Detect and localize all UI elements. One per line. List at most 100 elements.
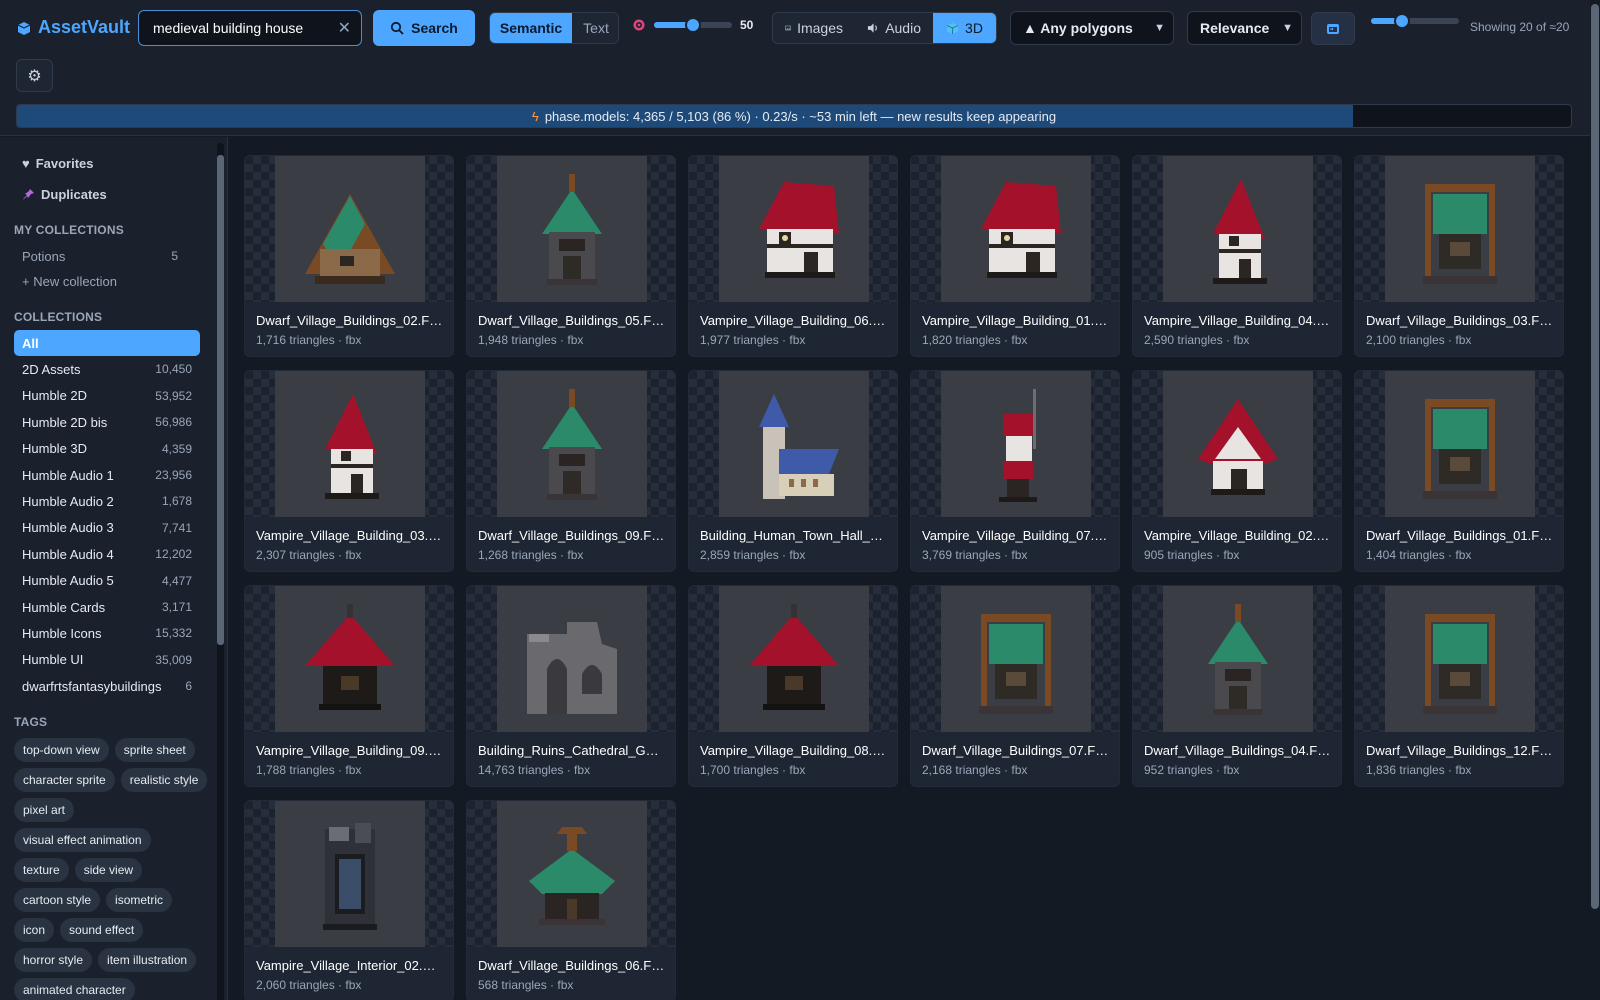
collection-item[interactable]: Humble Icons 15,332 [14, 620, 200, 646]
media-images[interactable]: Images [773, 13, 855, 43]
collection-item[interactable]: All [14, 330, 200, 356]
result-thumbnail[interactable] [1133, 586, 1341, 732]
model-preview [275, 586, 425, 732]
result-card[interactable]: Building_Human_Town_Hall_Blu... 2,859 tri… [688, 370, 898, 572]
mode-text[interactable]: Text [572, 13, 618, 43]
result-card[interactable]: Vampire_Village_Building_01.FBX 1,820 tri… [910, 155, 1120, 357]
collection-item[interactable]: Humble Audio 5 4,477 [14, 568, 200, 594]
result-thumbnail[interactable] [467, 156, 675, 302]
collection-item[interactable]: Humble Audio 3 7,741 [14, 515, 200, 541]
thumbnail-size-handle[interactable] [1393, 13, 1410, 29]
result-thumbnail[interactable] [245, 371, 453, 517]
tag-chip[interactable]: character sprite [14, 768, 115, 792]
app-logo[interactable]: AssetVault [16, 17, 130, 38]
result-thumbnail[interactable] [689, 586, 897, 732]
similarity-slider-handle[interactable] [685, 17, 701, 33]
thumbnail-size-slider[interactable] [1371, 13, 1459, 29]
main-scrollbar[interactable] [1590, 0, 1600, 1000]
media-3d[interactable]: 3D [933, 13, 996, 43]
tag-chip[interactable]: realistic style [120, 768, 208, 792]
result-card[interactable]: Dwarf_Village_Buildings_05.FBX 1,948 tria… [466, 155, 676, 357]
result-card[interactable]: Dwarf_Village_Buildings_04.FBX 952 triang… [1132, 585, 1342, 787]
tag-chip[interactable]: top-down view [14, 738, 109, 762]
result-card[interactable]: Dwarf_Village_Buildings_09.FBX 1,268 tria… [466, 370, 676, 572]
result-card[interactable]: Dwarf_Village_Buildings_02.FBX 1,716 tria… [244, 155, 454, 357]
search-field[interactable]: ✕ [138, 10, 362, 46]
sidebar-duplicates[interactable]: Duplicates [22, 187, 107, 202]
result-card[interactable]: Dwarf_Village_Buildings_07.FBX 2,168 tria… [910, 585, 1120, 787]
collection-item[interactable]: Humble 2D 53,952 [14, 383, 200, 409]
result-caption: Dwarf_Village_Buildings_02.FBX 1,716 tria… [245, 302, 453, 347]
result-card[interactable]: Dwarf_Village_Buildings_01.FBX 1,404 tria… [1354, 370, 1564, 572]
collection-item[interactable]: 2D Assets 10,450 [14, 356, 200, 382]
settings-button[interactable]: ⚙ [16, 59, 53, 92]
collection-item[interactable]: Humble 3D 4,359 [14, 436, 200, 462]
sidebar-scrollbar-thumb[interactable] [217, 155, 224, 645]
collection-item[interactable]: Humble Cards 3,171 [14, 594, 200, 620]
result-card[interactable]: Dwarf_Village_Buildings_06.FBX 568 triang… [466, 800, 676, 1000]
result-thumbnail[interactable] [467, 586, 675, 732]
tag-chip[interactable]: icon [14, 918, 55, 942]
collection-item[interactable]: Humble 2D bis 56,986 [14, 409, 200, 435]
new-collection-button[interactable]: + New collection [22, 274, 117, 289]
tag-chip[interactable]: pixel art [14, 798, 75, 822]
collection-item[interactable]: Humble Audio 2 1,678 [14, 488, 200, 514]
sidebar-scrollbar[interactable] [217, 143, 224, 1000]
result-card[interactable]: Vampire_Village_Building_08.FBX 1,700 tri… [688, 585, 898, 787]
building-model-icon [542, 389, 602, 500]
sidebar-favorites[interactable]: ♥ Favorites [22, 156, 94, 171]
result-card[interactable]: Vampire_Village_Building_04.FBX 2,590 tri… [1132, 155, 1342, 357]
result-card[interactable]: Vampire_Village_Building_02.FBX 905 trian… [1132, 370, 1342, 572]
tag-chip[interactable]: cartoon style [14, 888, 101, 912]
clear-search-icon[interactable]: ✕ [338, 18, 351, 38]
my-collection-item[interactable]: Potions 5 [14, 243, 186, 269]
result-thumbnail[interactable] [911, 156, 1119, 302]
result-card[interactable]: Dwarf_Village_Buildings_03.FBX 2,100 tria… [1354, 155, 1564, 357]
result-thumbnail[interactable] [911, 371, 1119, 517]
result-thumbnail[interactable] [1133, 156, 1341, 302]
result-thumbnail[interactable] [689, 156, 897, 302]
tag-chip[interactable]: animated character [14, 978, 135, 1000]
tag-chip[interactable]: horror style [14, 948, 93, 972]
result-thumbnail[interactable] [245, 801, 453, 947]
mode-semantic[interactable]: Semantic [490, 13, 572, 43]
tag-chip[interactable]: isometric [106, 888, 173, 912]
sort-select[interactable]: Relevance ▼ [1187, 11, 1302, 45]
result-card[interactable]: Vampire_Village_Building_06.FBX 1,977 tri… [688, 155, 898, 357]
result-thumbnail[interactable] [911, 586, 1119, 732]
search-input[interactable] [153, 20, 338, 36]
result-thumbnail[interactable] [467, 371, 675, 517]
result-card[interactable]: Vampire_Village_Building_03.FBX 2,307 tri… [244, 370, 454, 572]
collection-item[interactable]: dwarfrtsfantasybuildings 6 [14, 673, 200, 699]
tag-chip[interactable]: sound effect [60, 918, 144, 942]
result-thumbnail[interactable] [1355, 371, 1563, 517]
result-thumbnail[interactable] [1133, 371, 1341, 517]
result-thumbnail[interactable] [689, 371, 897, 517]
collection-item[interactable]: Humble Audio 4 12,202 [14, 541, 200, 567]
media-audio[interactable]: Audio [855, 13, 933, 43]
result-card[interactable]: Vampire_Village_Interior_02.FBX 2,060 tri… [244, 800, 454, 1000]
tag-chip[interactable]: texture [14, 858, 69, 882]
polygon-filter-select[interactable]: ▲ Any polygons ▼ [1010, 11, 1174, 45]
tag-chip[interactable]: visual effect animation [14, 828, 151, 852]
tag-chip[interactable]: side view [74, 858, 143, 882]
result-card[interactable]: Dwarf_Village_Buildings_12.FBX 1,836 tria… [1354, 585, 1564, 787]
result-card[interactable]: Vampire_Village_Building_07.FBX 3,769 tri… [910, 370, 1120, 572]
collection-item[interactable]: Humble Audio 1 23,956 [14, 462, 200, 488]
result-card[interactable]: Building_Ruins_Cathedral_Gothi... 14,763 … [466, 585, 676, 787]
result-thumbnail[interactable] [245, 156, 453, 302]
result-card[interactable]: Vampire_Village_Building_09.FBX 1,788 tri… [244, 585, 454, 787]
result-thumbnail[interactable] [467, 801, 675, 947]
result-thumbnail[interactable] [245, 586, 453, 732]
result-thumbnail[interactable] [1355, 156, 1563, 302]
view-toggle-button[interactable] [1311, 12, 1355, 45]
search-button[interactable]: Search [373, 10, 475, 46]
tag-chip[interactable]: sprite sheet [114, 738, 195, 762]
image-icon [785, 25, 791, 31]
model-preview [497, 586, 647, 732]
main-scrollbar-thumb[interactable] [1591, 4, 1599, 909]
tag-chip[interactable]: item illustration [98, 948, 197, 972]
result-thumbnail[interactable] [1355, 586, 1563, 732]
similarity-slider[interactable] [654, 17, 732, 33]
collection-item[interactable]: Humble UI 35,009 [14, 647, 200, 673]
